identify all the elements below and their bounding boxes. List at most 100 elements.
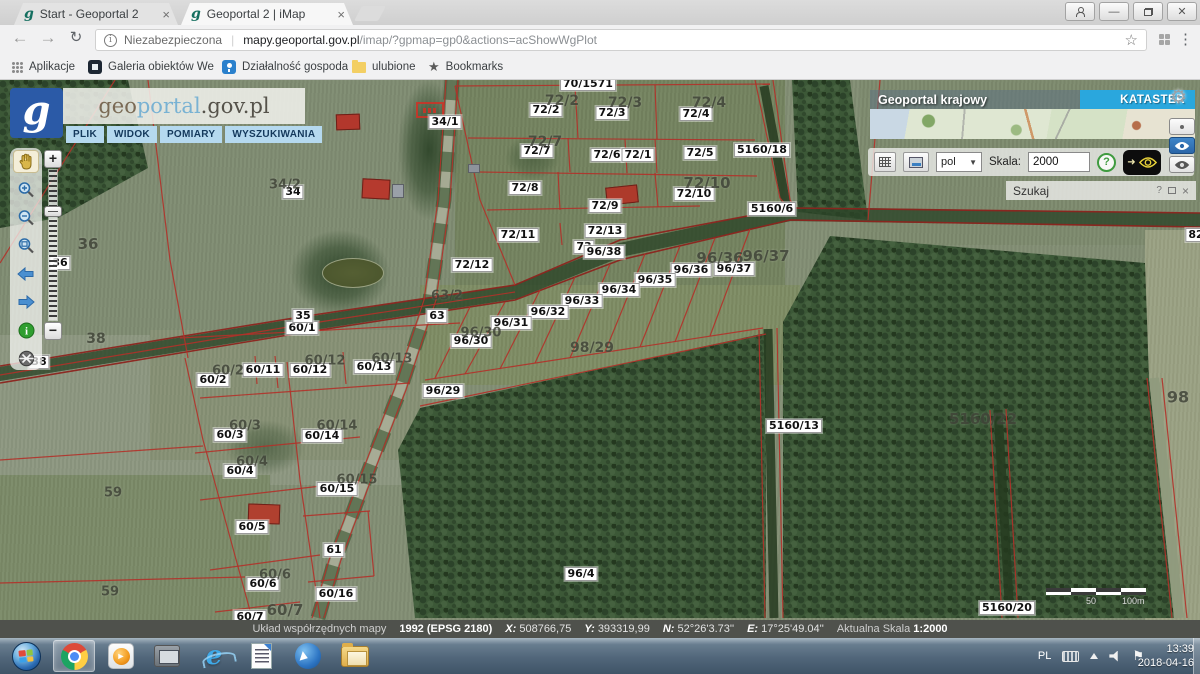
eye-icon <box>1174 141 1190 151</box>
keyboard-icon[interactable] <box>1062 651 1079 662</box>
close-button[interactable]: ✕ <box>1167 2 1197 21</box>
menu-wyszukiwania[interactable]: WYSZUKIWANIA <box>225 126 322 143</box>
extension-icon[interactable] <box>1159 34 1170 45</box>
minimize-button[interactable]: — <box>1099 2 1129 21</box>
parcel-label: 72/13 <box>585 224 626 238</box>
security-label: Niezabezpieczona <box>124 33 222 47</box>
bookmark-folder-ulubione[interactable]: ulubione <box>352 55 415 79</box>
panel-close-icon[interactable]: × <box>1182 184 1189 198</box>
tray-expand-icon[interactable] <box>1090 653 1098 659</box>
chrome-icon <box>61 643 88 670</box>
parcel-label: 5160/18 <box>734 143 790 157</box>
new-tab-button[interactable] <box>354 6 386 21</box>
star-icon: ★ <box>428 59 440 75</box>
parcel-label: 60/2 <box>212 364 244 379</box>
search-panel-header[interactable]: Szukaj ? × <box>1006 181 1196 200</box>
address-bar[interactable]: i Niezabezpieczona | mapy.geoportal.gov.… <box>95 29 1147 51</box>
arrow-left-icon <box>17 267 35 281</box>
bookmark-galeria[interactable]: Galeria obiektów We <box>88 55 214 79</box>
geoportal-favicon-icon: g <box>24 7 34 21</box>
menu-pomiary[interactable]: POMIARY <box>160 126 222 143</box>
info-icon[interactable]: i <box>104 34 117 47</box>
start-button[interactable] <box>5 640 47 672</box>
pan-hand-tool[interactable] <box>13 150 39 173</box>
panel-maximize-icon[interactable] <box>1168 187 1176 194</box>
map-tools-panel: i <box>10 148 42 370</box>
gear-icon[interactable]: ⚙ <box>1170 86 1187 109</box>
zoom-in-tool[interactable] <box>13 178 39 201</box>
restore-button[interactable] <box>1133 2 1163 21</box>
tab-geoportal-imap[interactable]: g Geoportal 2 | iMap × <box>181 3 353 25</box>
geoportal-logo-icon[interactable]: g <box>10 88 63 138</box>
back-icon[interactable]: ← <box>8 28 32 48</box>
print-composer-button[interactable] <box>903 152 929 172</box>
help-icon[interactable]: ? <box>1097 153 1116 172</box>
chevron-down-icon: ▼ <box>969 158 977 167</box>
arrow-right-icon <box>17 295 35 309</box>
parcel-label: 72/3 <box>608 95 642 111</box>
parcel-label: 72/12 <box>452 258 493 272</box>
previous-view-tool[interactable] <box>13 263 39 286</box>
next-view-tool[interactable] <box>13 291 39 314</box>
show-desktop-button[interactable] <box>1193 638 1200 674</box>
folder-icon <box>341 646 369 667</box>
capture-icon <box>154 645 180 667</box>
parcel-label: 60/4 <box>236 455 268 470</box>
identify-tool[interactable]: i <box>13 319 39 342</box>
document-icon <box>251 643 272 669</box>
reload-icon[interactable]: ↻ <box>64 28 88 46</box>
menu-widok[interactable]: WIDOK <box>107 126 157 143</box>
layer-hidden-button[interactable] <box>1169 156 1195 173</box>
tab-close-icon[interactable]: × <box>337 7 345 22</box>
info-icon: i <box>18 322 35 339</box>
panel-help-icon[interactable]: ? <box>1156 185 1162 196</box>
zoom-slider-minus[interactable]: − <box>44 322 62 340</box>
apps-grid-icon <box>12 62 23 73</box>
taskbar-chrome[interactable] <box>53 640 95 672</box>
bookmark-apps[interactable]: Aplikacje <box>12 55 75 79</box>
drag-handle-button[interactable] <box>1169 118 1195 135</box>
parcel-label: 96/30 <box>461 326 502 341</box>
taskbar-media-player[interactable]: ► <box>100 640 142 672</box>
y-label: Y: <box>584 623 594 635</box>
parcel-label: 60/7 <box>234 610 267 620</box>
forward-icon[interactable]: → <box>36 28 60 48</box>
parcel-label: 72/5 <box>684 146 717 160</box>
parcel-label: 61 <box>323 543 344 557</box>
visibility-toggle-button[interactable]: ➜ <box>1123 150 1161 175</box>
zoom-out-tool[interactable] <box>13 206 39 229</box>
e-value: 17°25'49.04'' <box>761 623 824 635</box>
zoom-extent-tool[interactable] <box>13 234 39 257</box>
cross-circle-icon <box>18 350 35 367</box>
language-indicator[interactable]: PL <box>1038 650 1051 662</box>
speaker-icon[interactable] <box>1109 651 1121 662</box>
parcel-label: 60/6 <box>259 568 291 583</box>
parcel-label: 5160/13 <box>766 419 822 433</box>
bulb-favicon-icon <box>222 60 236 74</box>
bookmark-dzialalnosc[interactable]: Działalność gospoda <box>222 55 348 79</box>
browser-menu-icon[interactable]: ⋮ <box>1178 30 1193 48</box>
tab-close-icon[interactable]: × <box>162 7 170 22</box>
bookmark-bookmarks[interactable]: ★ Bookmarks <box>428 55 503 79</box>
language-select[interactable]: pol ▼ <box>936 152 982 172</box>
thunderbird-icon <box>295 643 321 669</box>
menu-plik[interactable]: PLIK <box>66 126 104 143</box>
scale-input[interactable] <box>1028 152 1090 172</box>
taskbar-internet-explorer[interactable]: e <box>193 640 235 672</box>
taskbar-clock[interactable]: 13:39 2018-04-16 <box>1138 642 1194 670</box>
zoom-slider-plus[interactable]: + <box>44 150 62 168</box>
clear-selection-tool[interactable] <box>13 347 39 370</box>
taskbar-thunderbird[interactable] <box>287 640 329 672</box>
profile-icon[interactable] <box>1065 2 1095 21</box>
zoom-slider-handle[interactable] <box>44 206 62 217</box>
taskbar-capture-tool[interactable] <box>146 640 188 672</box>
scale-label: Skala: <box>989 156 1021 168</box>
overview-map-thumbnail[interactable] <box>870 109 1195 139</box>
taskbar-file-manager[interactable] <box>334 640 376 672</box>
layer-visible-button[interactable] <box>1169 137 1195 154</box>
taskbar-writer[interactable] <box>240 640 282 672</box>
bookmark-star-icon[interactable]: ☆ <box>1125 31 1138 49</box>
grid-layers-button[interactable] <box>874 152 896 172</box>
zoom-slider-track[interactable] <box>49 170 57 320</box>
tab-start-geoportal[interactable]: g Start - Geoportal 2 × <box>14 3 178 25</box>
